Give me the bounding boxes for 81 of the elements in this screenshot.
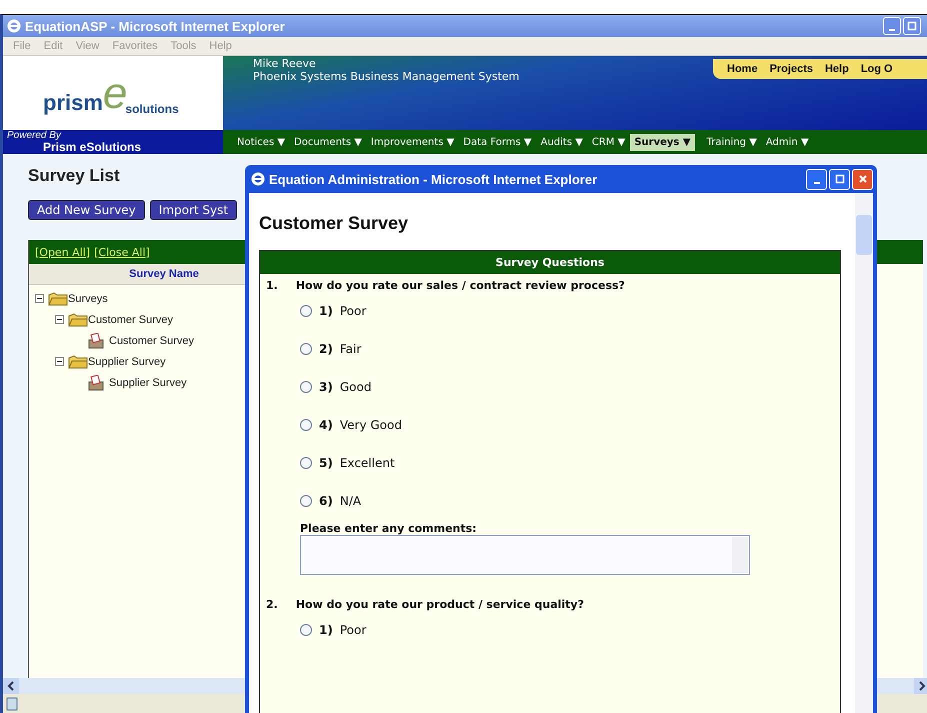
action-button[interactable]: Add New Survey bbox=[28, 200, 145, 220]
minimize-icon bbox=[814, 182, 820, 184]
close-icon bbox=[858, 174, 868, 184]
radio-button[interactable] bbox=[300, 495, 312, 507]
maximize-button[interactable] bbox=[829, 168, 850, 190]
nav-menu-item[interactable]: Surveys ▼ bbox=[630, 134, 695, 150]
tree-link[interactable]: [Open All] bbox=[35, 246, 90, 258]
top-link[interactable]: Projects bbox=[770, 63, 813, 75]
option-number: 1) bbox=[319, 623, 333, 637]
user-name: Mike Reeve bbox=[253, 57, 316, 70]
radio-button[interactable] bbox=[300, 305, 312, 317]
nav-menu-item[interactable]: CRM ▼ bbox=[588, 134, 630, 150]
folder-icon bbox=[68, 354, 88, 368]
tree-item[interactable]: Surveys bbox=[68, 292, 108, 304]
nav-menu-item[interactable]: Data Forms ▼ bbox=[459, 134, 536, 150]
system-name: Phoenix Systems Business Management System bbox=[253, 70, 520, 83]
top-link[interactable]: Log O bbox=[860, 63, 893, 75]
collapse-toggle-icon[interactable] bbox=[35, 294, 44, 303]
option-number: 3) bbox=[319, 380, 333, 394]
option-number: 5) bbox=[319, 456, 333, 470]
folder-icon bbox=[68, 312, 88, 326]
tree-link[interactable]: [Close All] bbox=[94, 246, 150, 258]
scroll-left-icon[interactable] bbox=[3, 678, 19, 694]
powered-by-label: Powered By bbox=[7, 131, 62, 141]
question-text: How do you rate our product / service quality? bbox=[296, 598, 584, 611]
close-button[interactable] bbox=[852, 168, 873, 190]
option-label: Excellent bbox=[340, 456, 395, 470]
tree-item[interactable]: Supplier Survey bbox=[109, 376, 187, 388]
option-label: Poor bbox=[340, 623, 366, 637]
minimize-button[interactable] bbox=[883, 17, 901, 35]
survey-box-icon bbox=[87, 374, 105, 390]
radio-button[interactable] bbox=[300, 624, 312, 636]
folder-icon bbox=[48, 292, 68, 306]
scroll-right-icon[interactable] bbox=[914, 678, 927, 694]
collapse-toggle-icon[interactable] bbox=[55, 357, 64, 366]
option-number: 4) bbox=[319, 418, 333, 432]
window-title: EquationASP - Microsoft Internet Explorer bbox=[25, 18, 286, 34]
option-number: 6) bbox=[319, 494, 333, 508]
option-number: 2) bbox=[319, 342, 333, 356]
table-header: Survey Questions bbox=[260, 251, 840, 274]
top-link[interactable]: Home bbox=[727, 63, 758, 75]
vertical-scrollbar[interactable] bbox=[855, 193, 873, 713]
radio-button[interactable] bbox=[300, 419, 312, 431]
comments-label: Please enter any comments: bbox=[299, 522, 478, 535]
tree-item[interactable]: Customer Survey bbox=[109, 334, 194, 346]
tree-item[interactable]: Supplier Survey bbox=[88, 356, 166, 368]
radio-button[interactable] bbox=[300, 457, 312, 469]
option-label: Poor bbox=[340, 304, 366, 318]
nav-menu-item[interactable]: Documents ▼ bbox=[290, 134, 366, 150]
page-title: Survey List bbox=[28, 166, 120, 186]
top-link[interactable]: Help bbox=[824, 63, 849, 75]
option-label: Very Good bbox=[340, 418, 402, 432]
option-number: 1) bbox=[319, 304, 333, 318]
action-button[interactable]: Import Syst bbox=[150, 200, 238, 220]
comments-field[interactable] bbox=[300, 535, 750, 575]
nav-menu-item[interactable]: Training ▼ bbox=[702, 134, 761, 150]
option-label: Fair bbox=[340, 342, 362, 356]
nav-menu-item[interactable]: Admin ▼ bbox=[762, 134, 813, 150]
radio-button[interactable] bbox=[300, 343, 312, 355]
nav-menu-item[interactable]: Audits ▼ bbox=[536, 134, 587, 150]
collapse-toggle-icon[interactable] bbox=[55, 315, 64, 324]
minimize-button[interactable] bbox=[806, 168, 827, 190]
nav-menu-item[interactable]: Improvements ▼ bbox=[366, 134, 458, 150]
option-label: N/A bbox=[340, 494, 362, 508]
radio-button[interactable] bbox=[300, 381, 312, 393]
question-number: 2. bbox=[266, 598, 278, 611]
browser-icon bbox=[251, 172, 265, 186]
tree-item[interactable]: Customer Survey bbox=[88, 314, 173, 326]
maximize-icon bbox=[834, 174, 844, 184]
powered-by-name: Prism eSolutions bbox=[42, 141, 142, 154]
nav-menu-item[interactable]: Notices ▼ bbox=[233, 134, 290, 150]
option-label: Good bbox=[340, 380, 372, 394]
browser-icon bbox=[7, 19, 21, 33]
maximize-button[interactable] bbox=[903, 17, 921, 35]
textarea-scrollbar[interactable] bbox=[732, 537, 748, 573]
survey-box-icon bbox=[87, 332, 105, 348]
minimize-icon bbox=[889, 29, 895, 31]
maximize-icon bbox=[907, 21, 917, 31]
window-title: Equation Administration - Microsoft Internet Explorer bbox=[269, 172, 598, 186]
survey-title: Customer Survey bbox=[259, 213, 410, 234]
page-icon bbox=[6, 697, 18, 711]
